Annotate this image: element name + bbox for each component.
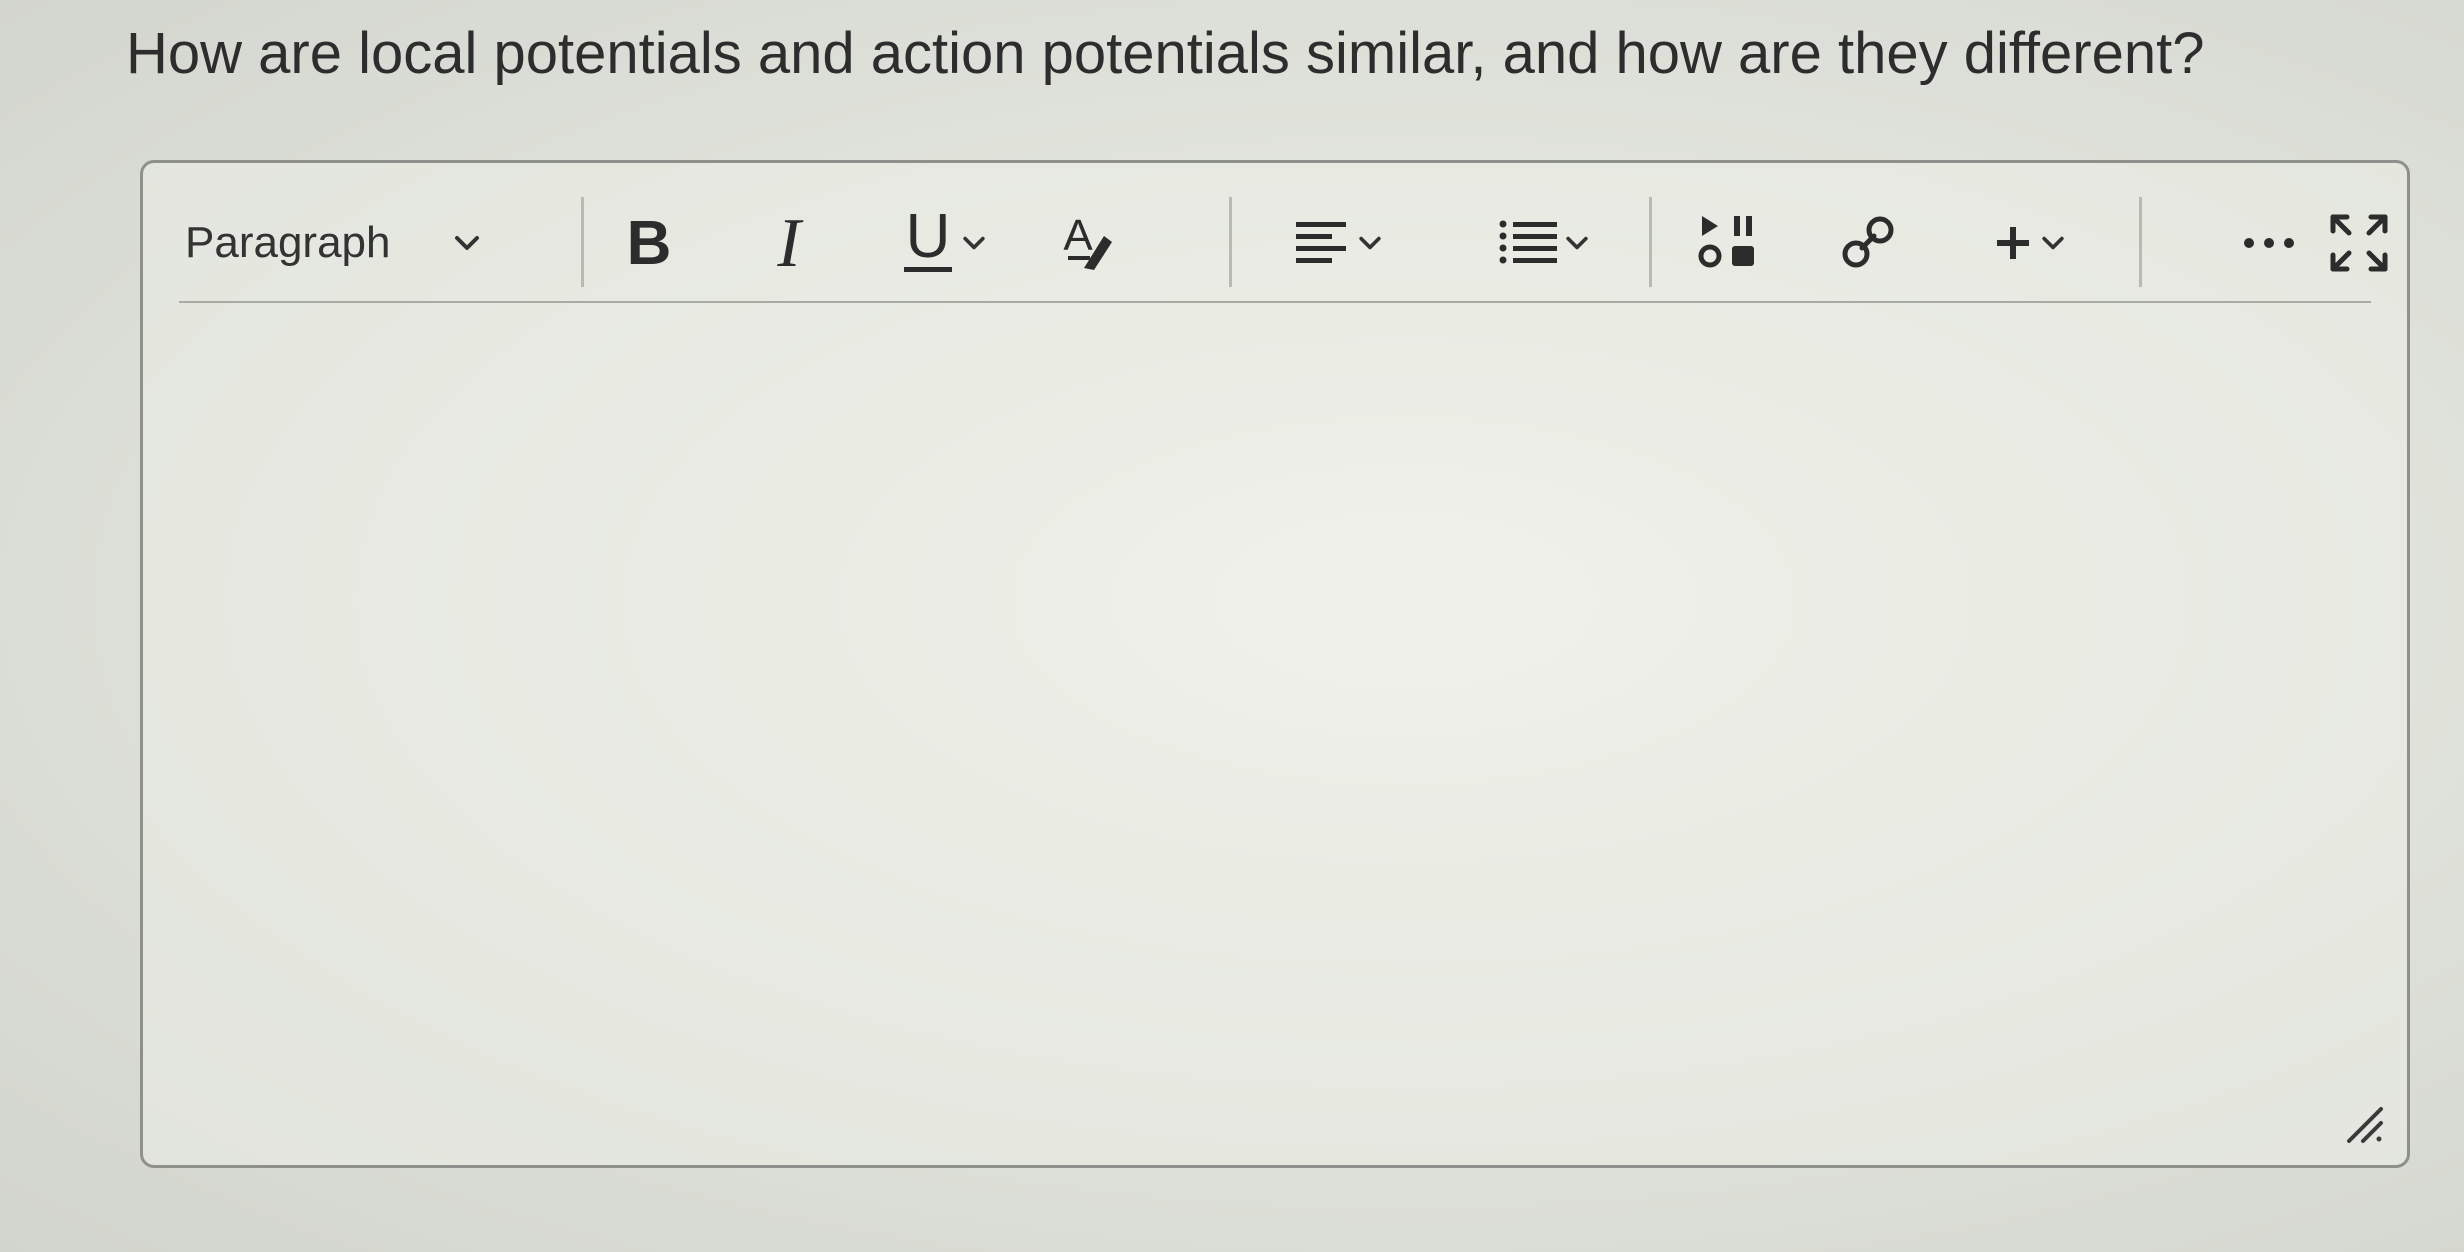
chevron-down-icon <box>1359 236 1381 250</box>
link-button[interactable] <box>1819 185 1919 301</box>
list-icon <box>1499 220 1557 264</box>
rich-text-editor: Paragraph B I U A <box>140 160 2410 1168</box>
toolbar-divider <box>1229 197 1232 287</box>
fullscreen-icon <box>2330 214 2388 272</box>
chevron-down-icon <box>963 236 985 250</box>
svg-text:U: U <box>906 203 951 271</box>
plus-icon <box>1997 227 2029 259</box>
toolbar-divider <box>1649 197 1652 287</box>
chevron-down-icon <box>1566 236 1588 250</box>
svg-text:B: B <box>627 209 672 278</box>
svg-text:I: I <box>776 208 804 278</box>
link-icon <box>1842 216 1894 268</box>
bold-button[interactable]: B <box>599 185 699 301</box>
align-button[interactable] <box>1269 185 1409 301</box>
bold-icon: B <box>627 209 672 278</box>
editor-toolbar: Paragraph B I U A <box>179 185 2388 303</box>
fullscreen-button[interactable] <box>2309 185 2409 301</box>
chevron-down-icon <box>2042 236 2064 250</box>
text-color-button[interactable]: A <box>1039 185 1139 301</box>
media-icon <box>1698 216 1754 268</box>
more-icon <box>2244 238 2294 248</box>
editor-content-area[interactable] <box>179 305 2371 1141</box>
list-button[interactable] <box>1469 185 1619 301</box>
underline-button[interactable]: U <box>879 185 1009 301</box>
block-format-dropdown[interactable]: Paragraph <box>179 185 509 301</box>
svg-text:A: A <box>1063 211 1093 260</box>
italic-button[interactable]: I <box>739 185 839 301</box>
toolbar-divider <box>581 197 584 287</box>
underline-icon: U <box>904 203 952 272</box>
resize-handle-icon[interactable] <box>2341 1101 2389 1149</box>
block-format-label: Paragraph <box>185 218 391 267</box>
media-button[interactable] <box>1679 185 1779 301</box>
align-left-icon <box>1296 222 1346 263</box>
insert-button[interactable] <box>1959 185 2099 301</box>
text-color-icon: A <box>1063 211 1112 270</box>
toolbar-divider <box>2139 197 2142 287</box>
chevron-down-icon <box>455 236 479 250</box>
question-text: How are local potentials and action pote… <box>126 21 2205 86</box>
italic-icon: I <box>776 208 804 278</box>
